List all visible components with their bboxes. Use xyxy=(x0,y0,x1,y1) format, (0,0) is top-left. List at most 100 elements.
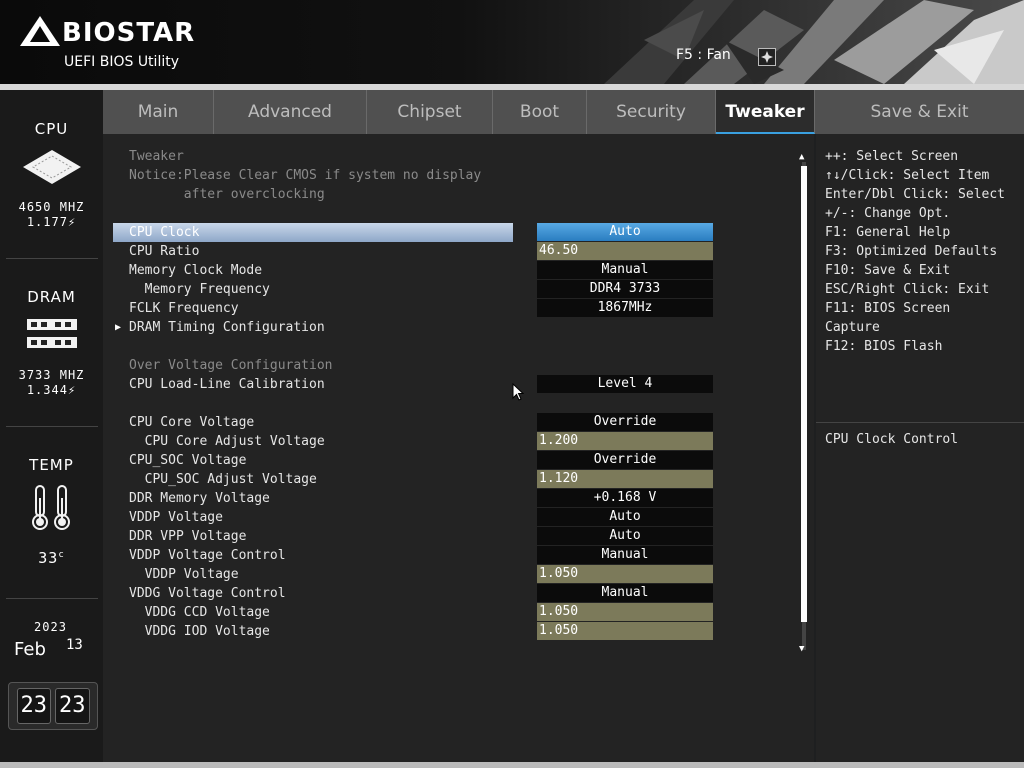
tab-save-exit[interactable]: Save & Exit xyxy=(815,90,1024,134)
tab-chipset[interactable]: Chipset xyxy=(367,90,493,134)
side-separator xyxy=(6,258,98,259)
settings-panel: Tweaker Notice:Please Clear CMOS if syst… xyxy=(103,134,814,762)
dram-frequency: 3733 MHZ xyxy=(18,368,85,382)
setting-label: CPU Clock xyxy=(129,225,200,240)
value-fclk-frequency[interactable]: 1867MHz xyxy=(537,299,713,317)
setting-row-ddr-vpp-voltage[interactable]: DDR VPP Voltage xyxy=(113,527,513,546)
help-key: Capture xyxy=(825,320,880,335)
mouse-cursor-icon xyxy=(512,383,524,401)
triangle-right-icon: ▶ xyxy=(115,322,122,333)
brand-subtitle: UEFI BIOS Utility xyxy=(64,54,179,70)
help-key: F11: BIOS Screen xyxy=(825,301,951,316)
setting-label: FCLK Frequency xyxy=(129,301,239,316)
help-key: +/-: Change Opt. xyxy=(825,206,951,221)
setting-label: Memory Frequency xyxy=(129,282,270,297)
setting-row-cpu-soc-adjust[interactable]: CPU_SOC Adjust Voltage xyxy=(113,470,513,489)
value-vddg-voltage-control[interactable]: Manual xyxy=(537,584,713,602)
scroll-thumb[interactable] xyxy=(801,166,807,622)
dram-voltage: 1.344 xyxy=(26,383,68,397)
scrollbar[interactable]: ▲ ▼ xyxy=(799,152,809,660)
value-memory-frequency[interactable]: DDR4 3733 xyxy=(537,280,713,298)
setting-row-vddg-iod[interactable]: VDDG IOD Voltage xyxy=(113,622,513,641)
value-vddg-iod[interactable]: 1.050 xyxy=(537,622,713,640)
fan-icon[interactable] xyxy=(758,48,776,66)
setting-row-cpu-soc-voltage[interactable]: CPU_SOC Voltage xyxy=(113,451,513,470)
setting-row-cpu-core-voltage[interactable]: CPU Core Voltage xyxy=(113,413,513,432)
thermometer-icon xyxy=(31,485,70,530)
value-cpu-core-adjust[interactable]: 1.200 xyxy=(537,432,713,450)
tab-main[interactable]: Main xyxy=(103,90,214,134)
setting-label: VDDG Voltage Control xyxy=(129,586,286,601)
help-key: ++: Select Screen xyxy=(825,149,959,164)
date-year: 2023 xyxy=(34,620,67,634)
temp-value: 33 xyxy=(38,549,59,567)
dram-module-icon xyxy=(26,319,77,348)
setting-label: DRAM Timing Configuration xyxy=(129,320,325,335)
setting-row-vddp-voltage-control[interactable]: VDDP Voltage Control xyxy=(113,546,513,565)
setting-row-cpu-llc[interactable]: CPU Load-Line Calibration xyxy=(113,375,513,394)
tab-security[interactable]: Security xyxy=(587,90,716,134)
value-cpu-soc-voltage[interactable]: Override xyxy=(537,451,713,469)
cpu-status: CPU 4650 MHZ 1.177⚡ xyxy=(0,120,103,230)
setting-row-cpu-ratio[interactable]: CPU Ratio xyxy=(113,242,513,261)
tab-boot[interactable]: Boot xyxy=(493,90,587,134)
tab-tweaker[interactable]: Tweaker xyxy=(716,90,815,134)
brand-name: BIOSTAR xyxy=(62,18,196,48)
value-vddp-voltage-control[interactable]: Manual xyxy=(537,546,713,564)
setting-row-memory-clock-mode[interactable]: Memory Clock Mode xyxy=(113,261,513,280)
logo-mark-icon xyxy=(20,16,60,46)
setting-label: DDR Memory Voltage xyxy=(129,491,270,506)
clock-hour: 23 xyxy=(16,688,51,724)
value-cpu-soc-adjust[interactable]: 1.120 xyxy=(537,470,713,488)
side-separator xyxy=(6,426,98,427)
fan-shortcut-hint: F5 : Fan xyxy=(676,47,731,63)
value-memory-clock-mode[interactable]: Manual xyxy=(537,261,713,279)
decorative-shards xyxy=(604,0,1024,84)
help-key: ESC/Right Click: Exit xyxy=(825,282,990,297)
header-banner: BIOSTAR UEFI BIOS Utility F5 : Fan xyxy=(0,0,1024,84)
setting-row-vddp-voltage[interactable]: VDDP Voltage xyxy=(113,508,513,527)
setting-row-cpu-clock[interactable]: CPU Clock xyxy=(113,223,513,242)
setting-row-fclk-frequency[interactable]: FCLK Frequency xyxy=(113,299,513,318)
help-key-list: ++: Select Screen ↑↓/Click: Select Item … xyxy=(816,147,1024,356)
tab-advanced[interactable]: Advanced xyxy=(214,90,367,134)
dram-title: DRAM xyxy=(27,288,76,306)
value-cpu-ratio[interactable]: 46.50 xyxy=(537,242,713,260)
value-vddp-voltage[interactable]: Auto xyxy=(537,508,713,526)
setting-label: VDDP Voltage xyxy=(129,567,239,582)
section-over-voltage: Over Voltage Configuration xyxy=(129,358,333,373)
setting-label: Memory Clock Mode xyxy=(129,263,263,278)
tab-bar: Main Advanced Chipset Boot Security Twea… xyxy=(103,90,1024,134)
setting-label: VDDP Voltage xyxy=(129,510,223,525)
panel-heading: Tweaker xyxy=(129,149,184,164)
value-ddr-vpp-voltage[interactable]: Auto xyxy=(537,527,713,545)
temp-status: TEMP 33c xyxy=(0,456,103,566)
value-cpu-clock[interactable]: Auto xyxy=(537,223,713,241)
setting-row-memory-frequency[interactable]: Memory Frequency xyxy=(113,280,513,299)
bolt-icon: ⚡ xyxy=(67,383,77,397)
value-cpu-llc[interactable]: Level 4 xyxy=(537,375,713,393)
scroll-up-icon[interactable]: ▲ xyxy=(799,152,804,162)
setting-row-vddp-voltage-sub[interactable]: VDDP Voltage xyxy=(113,565,513,584)
temp-title: TEMP xyxy=(29,456,74,474)
cpu-frequency: 4650 MHZ xyxy=(18,200,85,214)
setting-label: CPU Ratio xyxy=(129,244,200,259)
value-vddp-voltage-sub[interactable]: 1.050 xyxy=(537,565,713,583)
setting-label: CPU_SOC Adjust Voltage xyxy=(129,472,317,487)
cpu-title: CPU xyxy=(34,120,69,138)
bottom-divider xyxy=(0,762,1024,768)
value-cpu-core-voltage[interactable]: Override xyxy=(537,413,713,431)
submenu-dram-timing[interactable]: ▶ DRAM Timing Configuration xyxy=(113,318,513,337)
setting-label: CPU Core Adjust Voltage xyxy=(129,434,325,449)
scroll-down-icon[interactable]: ▼ xyxy=(799,644,804,654)
setting-row-vddg-voltage-control[interactable]: VDDG Voltage Control xyxy=(113,584,513,603)
date-status: 2023 Feb 13 xyxy=(0,620,103,660)
value-vddg-ccd[interactable]: 1.050 xyxy=(537,603,713,621)
setting-row-ddr-memory-voltage[interactable]: DDR Memory Voltage xyxy=(113,489,513,508)
value-ddr-memory-voltage[interactable]: +0.168 V xyxy=(537,489,713,507)
date-month: Feb xyxy=(14,639,46,660)
setting-row-vddg-ccd[interactable]: VDDG CCD Voltage xyxy=(113,603,513,622)
setting-row-cpu-core-adjust[interactable]: CPU Core Adjust Voltage xyxy=(113,432,513,451)
status-sidebar: CPU 4650 MHZ 1.177⚡ DRAM 3733 MHZ 1.344⚡… xyxy=(0,90,103,762)
temp-reading: 33c xyxy=(0,548,103,566)
